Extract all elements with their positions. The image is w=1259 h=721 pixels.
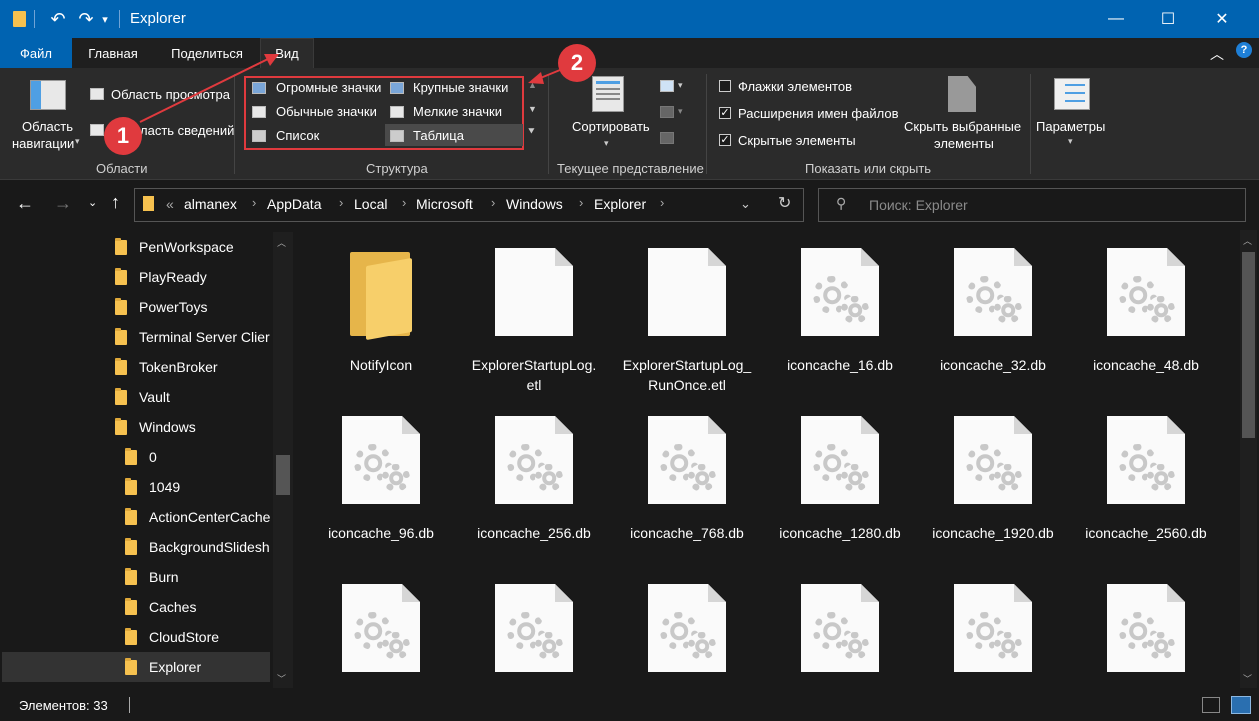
annotation-badge-1: 1 <box>104 117 142 155</box>
arrow-2-head <box>528 72 544 84</box>
annotation-arrows <box>139 54 561 123</box>
arrow-1-line <box>139 57 271 123</box>
annotation-badge-2: 2 <box>558 44 596 82</box>
